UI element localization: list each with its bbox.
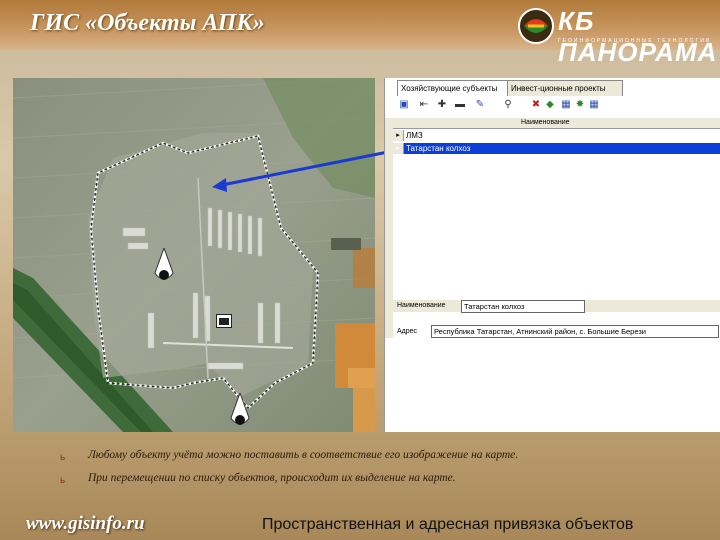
grid-icon[interactable]: ▦: [589, 100, 599, 110]
edit-record-icon[interactable]: ✎: [475, 100, 485, 110]
logo-text: КБ ПАНОРАМА: [558, 6, 718, 67]
address-field[interactable]: Республика Татарстан, Атнинский район, с…: [431, 325, 719, 338]
delete-record-icon[interactable]: ▬: [455, 100, 465, 110]
scrollbar[interactable]: [385, 118, 393, 338]
bullet-text: Любому объекту учёта можно поставить в с…: [88, 449, 519, 461]
logo-emblem-icon: [518, 8, 554, 44]
layer-icon[interactable]: ◆: [545, 100, 555, 110]
list-item-label: Татарстан колхоз: [406, 144, 471, 153]
logo-subtitle: ГЕОИНФОРМАЦИОННЫЕ ТЕХНОЛОГИИ: [558, 38, 712, 44]
tab-business-entities[interactable]: Хозяйствующие субъекты: [397, 80, 511, 96]
record-form: Наименование Татарстан колхоз Адрес Респ…: [393, 300, 720, 340]
company-logo: КБ ПАНОРАМА ГЕОИНФОРМАЦИОННЫЕ ТЕХНОЛОГИИ: [516, 4, 716, 67]
row-indicator: ▸: [393, 130, 404, 141]
name-label: Наименование: [397, 302, 446, 309]
bullet-icon: ь: [60, 452, 66, 463]
footer-caption: Пространственная и адресная привязка объ…: [262, 516, 634, 533]
name-row: Наименование Татарстан колхоз: [393, 300, 720, 313]
address-label: Адрес: [397, 328, 418, 335]
bullet-text: При перемещении по списку объектов, прои…: [88, 472, 456, 484]
list-item-label: ЛМЗ: [406, 131, 423, 140]
building-marker-icon[interactable]: [216, 314, 232, 328]
print-icon[interactable]: ▦: [561, 100, 571, 110]
bullet-icon: ь: [60, 475, 66, 486]
footer-url: www.gisinfo.ru: [26, 513, 145, 534]
map-link-icon[interactable]: ✖: [531, 100, 541, 110]
save-icon[interactable]: ▣: [399, 100, 409, 110]
object-registry-panel: Хозяйствующие субъекты Инвест-ционные пр…: [384, 78, 720, 432]
find-icon[interactable]: ⚲: [503, 100, 513, 110]
tab-strip: Хозяйствующие субъекты Инвест-ционные пр…: [393, 80, 720, 96]
column-header-name[interactable]: Наименование: [521, 118, 570, 128]
name-field[interactable]: Татарстан колхоз: [461, 300, 585, 313]
toolbar: ▣ ⇤ ✚ ▬ ✎ ⚲ ✖ ◆ ▦ ✸ ▦: [393, 98, 720, 116]
satellite-map[interactable]: [13, 78, 375, 432]
list-item-selected[interactable]: ▸ Татарстан колхоз: [393, 143, 720, 154]
row-indicator: ▸: [393, 143, 404, 154]
map-view[interactable]: [13, 78, 375, 432]
page-title: ГИС «Объекты АПК»: [30, 10, 265, 36]
map-pin-icon[interactable]: [153, 248, 175, 288]
grid-header: Наименование: [393, 118, 720, 129]
first-record-icon[interactable]: ⇤: [419, 100, 429, 110]
add-record-icon[interactable]: ✚: [437, 100, 447, 110]
show-on-map-icon[interactable]: ✸: [575, 100, 585, 110]
map-pin-icon[interactable]: [229, 393, 251, 432]
header-bar: ГИС «Объекты АПК» КБ ПАНОРАМА ГЕОИНФОРМА…: [0, 0, 720, 67]
list-item[interactable]: ▸ ЛМЗ: [393, 130, 720, 141]
tab-investment-projects[interactable]: Инвест-ционные проекты: [507, 80, 623, 96]
